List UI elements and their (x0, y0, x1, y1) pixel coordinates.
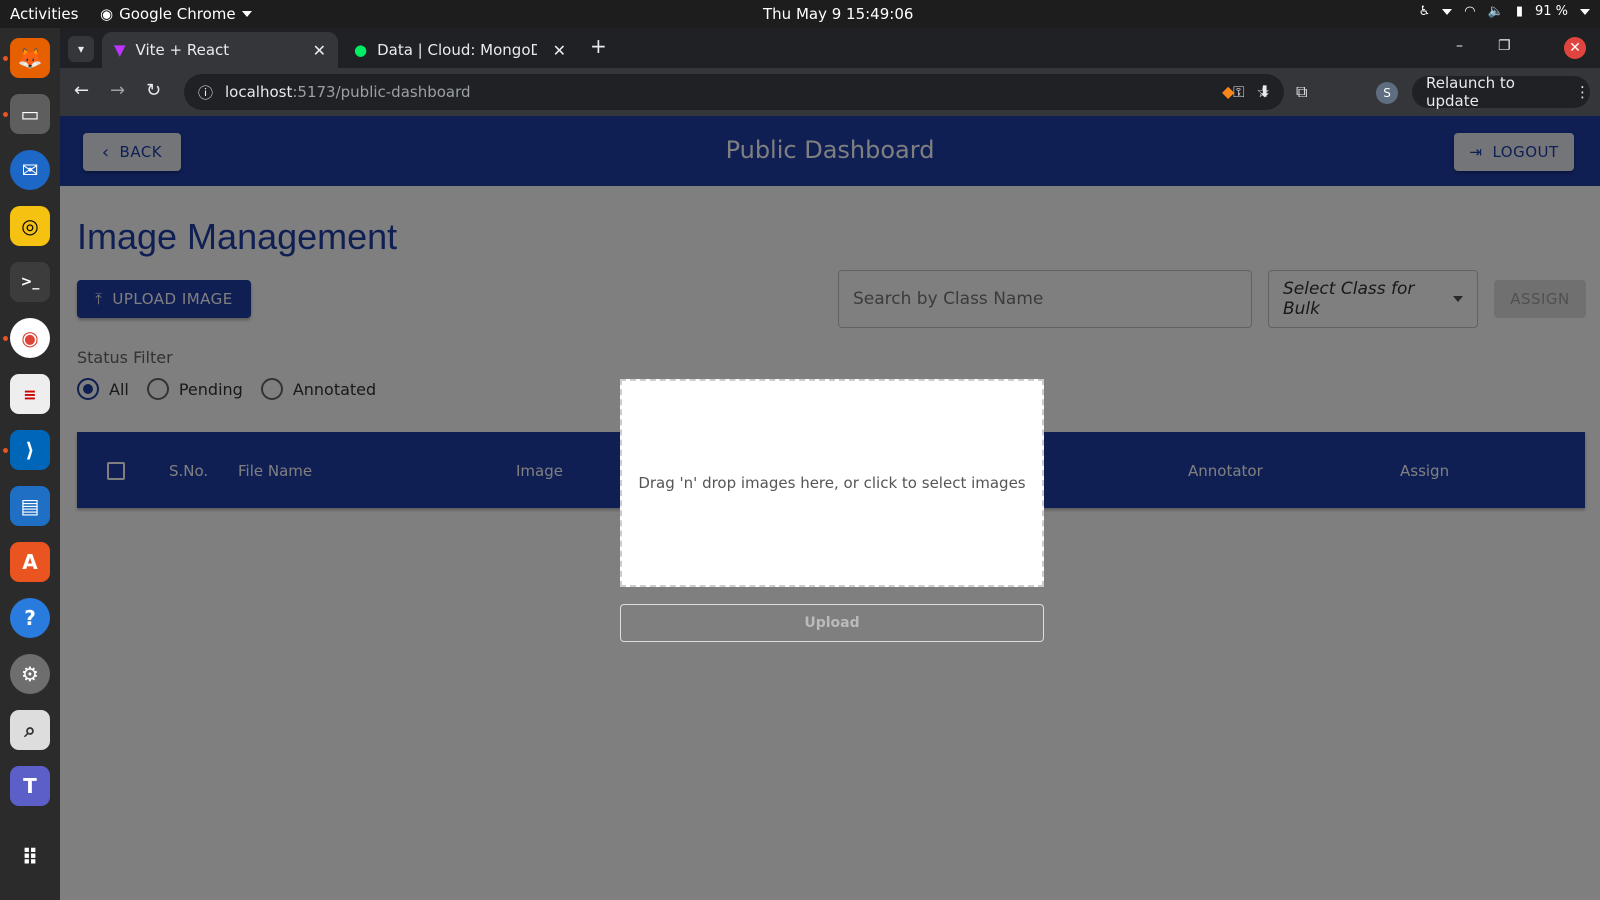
tab-mongodb[interactable]: ● Data | Cloud: MongoDB C ✕ (342, 32, 578, 68)
relaunch-button[interactable]: Relaunch to update ⋮ (1412, 74, 1590, 110)
password-key-icon[interactable]: ⚿ (1233, 83, 1244, 101)
rhythmbox-icon[interactable]: ◎ (10, 206, 50, 246)
volume-icon: 🔈 (1487, 4, 1504, 19)
chevron-down-icon (241, 11, 252, 17)
os-top-bar: Activities ◉ Google Chrome Thu May 9 15:… (0, 0, 1600, 28)
terminal-icon[interactable]: >_ (10, 262, 50, 302)
help-icon[interactable]: ? (10, 598, 50, 638)
search-icon[interactable]: ⌕ (10, 710, 50, 750)
clock[interactable]: Thu May 9 15:49:06 (763, 5, 913, 23)
dock: 🦊 ▭ ✉ ◎ >_ ◉ ≡ ⟩ ▤ A ? ⚙ ⌕ T ⠿ (0, 28, 60, 900)
close-icon[interactable]: ✕ (553, 41, 566, 60)
maximize-button[interactable]: ❐ (1498, 38, 1511, 54)
activities-button[interactable]: Activities (10, 5, 78, 23)
tab-strip: ▾ ▼ Vite + React ✕ ● Data | Cloud: Mongo… (60, 28, 1600, 68)
running-indicator (3, 448, 8, 453)
document-viewer-icon[interactable]: ≡ (10, 374, 50, 414)
accessibility-icon: ♿ (1418, 4, 1431, 19)
mongodb-leaf-icon: ● (354, 41, 368, 59)
back-arrow-icon[interactable]: ← (74, 80, 89, 101)
window-close-button[interactable]: ✕ (1564, 37, 1586, 59)
app-menu[interactable]: ◉ Google Chrome (100, 5, 252, 23)
dropzone-text: Drag 'n' drop images here, or click to s… (638, 474, 1026, 492)
tab-vite-react[interactable]: ▼ Vite + React ✕ (102, 32, 338, 68)
running-indicator (3, 336, 8, 341)
tab-title: Data | Cloud: MongoDB C (377, 41, 538, 59)
forward-arrow-icon[interactable]: → (110, 80, 125, 101)
app-grid-icon[interactable]: ⠿ (10, 838, 50, 878)
tab-search-button[interactable]: ▾ (68, 36, 94, 62)
upload-button[interactable]: Upload (620, 604, 1044, 642)
thunderbird-icon[interactable]: ✉ (10, 150, 50, 190)
running-indicator (3, 112, 8, 117)
image-dropzone[interactable]: Drag 'n' drop images here, or click to s… (620, 379, 1044, 587)
url-path: :5173/public-dashboard (292, 83, 471, 101)
new-tab-button[interactable]: + (590, 34, 607, 58)
app-name: Google Chrome (119, 5, 236, 23)
vite-icon: ▼ (114, 41, 126, 59)
writer-icon[interactable]: ▤ (10, 486, 50, 526)
address-bar[interactable]: ⓘ localhost:5173/public-dashboard ⚿ ☆ (184, 74, 1284, 110)
tab-title: Vite + React (135, 41, 230, 59)
settings-icon[interactable]: ⚙ (10, 654, 50, 694)
chevron-down-icon (1580, 8, 1590, 15)
chrome-icon[interactable]: ◉ (10, 318, 50, 358)
metamask-extension-icon[interactable]: ◆ (1222, 82, 1234, 101)
chevron-down-icon (1442, 8, 1453, 15)
site-info-icon[interactable]: ⓘ (198, 82, 213, 103)
teams-icon[interactable]: T (10, 766, 50, 806)
page-viewport: ‹ BACK Public Dashboard ⇥ LOGOUT Image M… (60, 116, 1600, 900)
chrome-icon: ◉ (100, 5, 114, 23)
battery-icon: ▮ (1515, 4, 1523, 19)
minimize-button[interactable]: – (1456, 38, 1463, 54)
wifi-icon: ◠ (1464, 4, 1476, 19)
reload-icon[interactable]: ↻ (146, 80, 161, 101)
profile-avatar[interactable]: S (1376, 82, 1398, 104)
relaunch-label: Relaunch to update (1426, 74, 1515, 110)
firefox-icon[interactable]: 🦊 (10, 38, 50, 78)
toolbar: ← → ↻ ⓘ localhost:5173/public-dashboard … (60, 68, 1600, 116)
extensions-puzzle-icon[interactable]: ⧉ (1296, 82, 1307, 102)
running-indicator (3, 56, 8, 61)
more-vert-icon: ⋮ (1575, 83, 1590, 101)
download-extension-icon[interactable]: ⬇ (1258, 82, 1271, 101)
software-center-icon[interactable]: A (10, 542, 50, 582)
files-icon[interactable]: ▭ (10, 94, 50, 134)
close-icon[interactable]: ✕ (313, 41, 326, 60)
system-status[interactable]: ♿ ◠ 🔈 ▮ 91 % (1419, 4, 1590, 19)
url-host: localhost (225, 83, 293, 101)
battery-level: 91 % (1534, 4, 1568, 19)
vscode-icon[interactable]: ⟩ (10, 430, 50, 470)
